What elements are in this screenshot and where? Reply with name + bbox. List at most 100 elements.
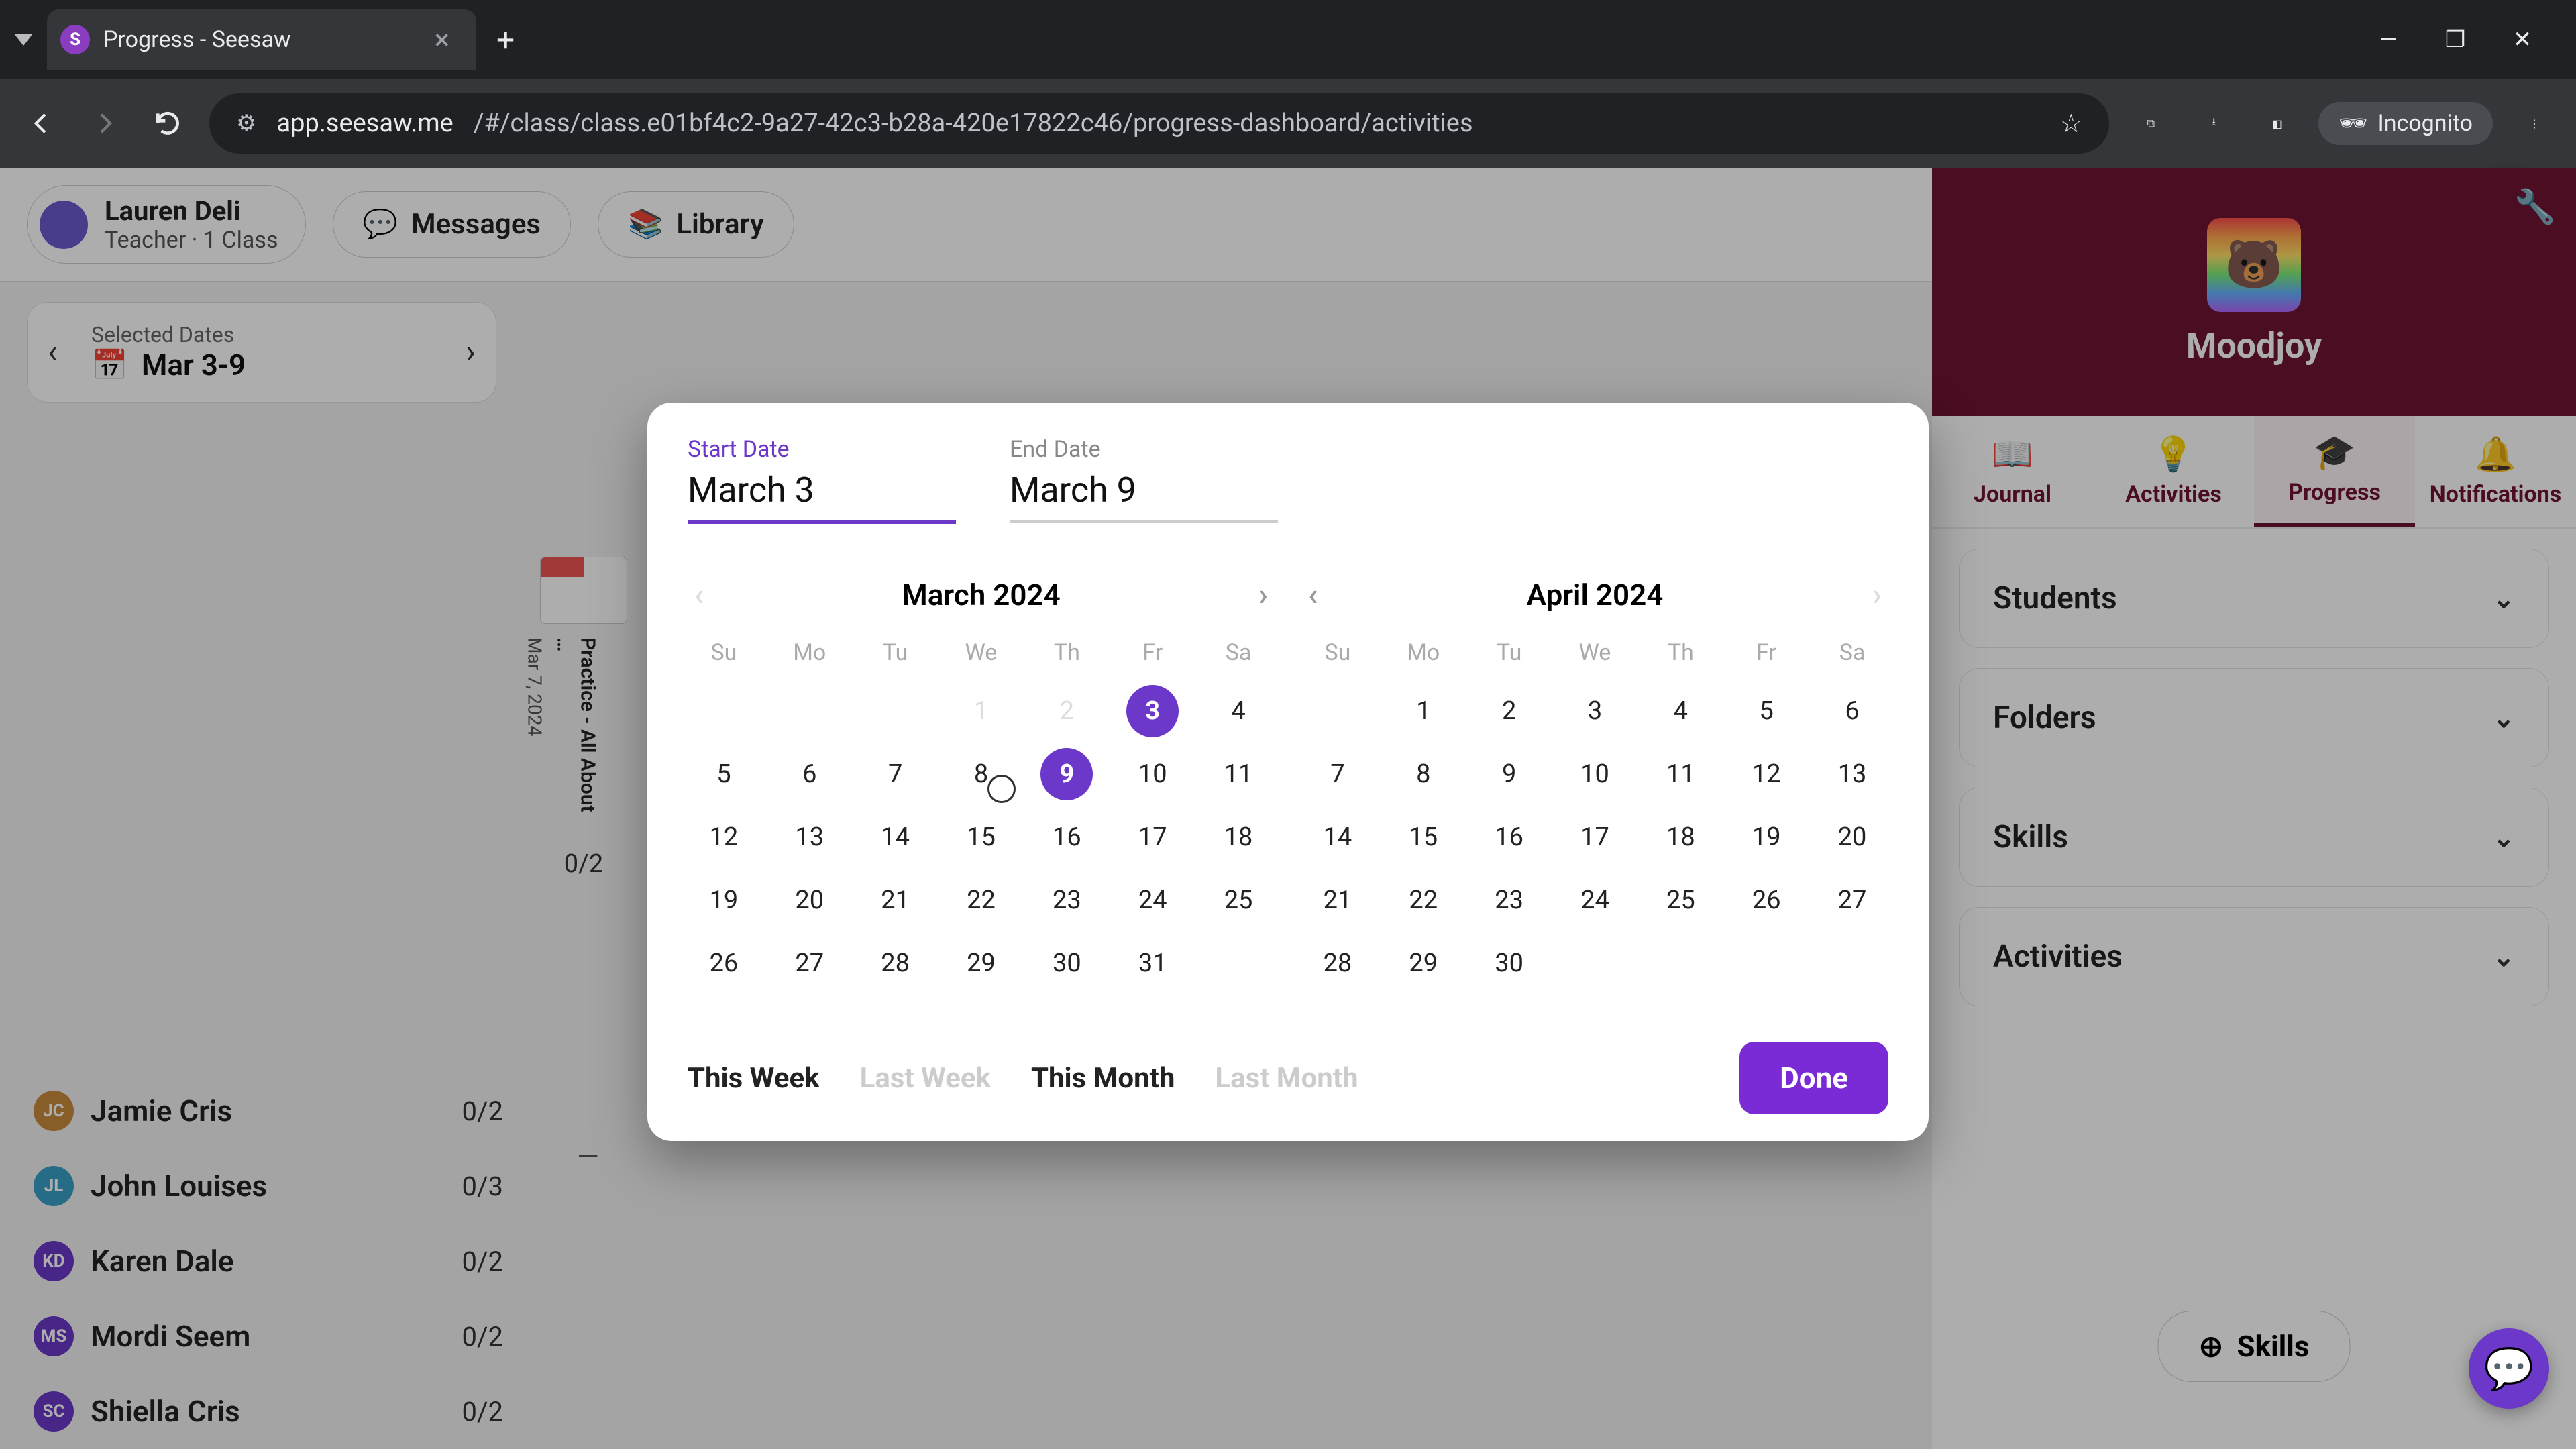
day-cell[interactable]: 17 xyxy=(1552,806,1638,869)
day-cell[interactable]: 14 xyxy=(853,806,938,869)
day-cell[interactable]: 5 xyxy=(681,743,767,806)
day-cell[interactable]: 5 xyxy=(1723,680,1809,743)
day-cell[interactable]: 24 xyxy=(1110,869,1195,932)
reload-button[interactable] xyxy=(146,102,189,145)
close-window-button[interactable]: ✕ xyxy=(2509,26,2536,53)
day-cell[interactable]: 1 xyxy=(1381,680,1466,743)
day-cell[interactable]: 9 xyxy=(1466,743,1552,806)
day-cell[interactable]: 18 xyxy=(1195,806,1281,869)
day-cell[interactable]: 16 xyxy=(1024,806,1110,869)
day-cell[interactable]: 11 xyxy=(1195,743,1281,806)
done-button[interactable]: Done xyxy=(1739,1042,1888,1114)
day-cell[interactable]: 19 xyxy=(681,869,767,932)
address-bar[interactable]: ⚙ app.seesaw.me/#/class/class.e01bf4c2-9… xyxy=(209,93,2109,154)
maximize-button[interactable]: ❐ xyxy=(2442,26,2469,53)
day-cell[interactable]: 8 xyxy=(1381,743,1466,806)
preset-this-week[interactable]: This Week xyxy=(688,1062,820,1095)
chat-fab[interactable]: 💬 xyxy=(2469,1328,2549,1409)
day-blank xyxy=(767,680,853,743)
day-cell[interactable]: 28 xyxy=(1295,932,1381,995)
day-cell[interactable]: 14 xyxy=(1295,806,1381,869)
preset-last-month: Last Month xyxy=(1215,1062,1358,1095)
day-cell[interactable]: 10 xyxy=(1552,743,1638,806)
forward-button[interactable] xyxy=(83,102,126,145)
day-cell[interactable]: 26 xyxy=(1723,869,1809,932)
end-date-field[interactable]: End Date March 9 xyxy=(1010,436,1278,524)
day-cell[interactable]: 29 xyxy=(938,932,1024,995)
day-blank xyxy=(1295,680,1381,743)
day-cell[interactable]: 17 xyxy=(1110,806,1195,869)
day-cell[interactable]: 25 xyxy=(1638,869,1723,932)
day-cell[interactable]: 13 xyxy=(1809,743,1895,806)
day-cell[interactable]: 7 xyxy=(853,743,938,806)
weekday-label: We xyxy=(938,626,1024,680)
day-grid: 1234567891011121314151617181920212223242… xyxy=(1295,680,1895,995)
cursor-icon xyxy=(987,775,1016,803)
day-cell[interactable]: 19 xyxy=(1723,806,1809,869)
day-blank xyxy=(853,680,938,743)
next-month-button[interactable]: › xyxy=(1258,577,1268,613)
day-cell[interactable]: 4 xyxy=(1195,680,1281,743)
day-cell[interactable]: 8 xyxy=(938,743,1024,806)
day-cell[interactable]: 6 xyxy=(1809,680,1895,743)
start-date-field[interactable]: Start Date March 3 xyxy=(688,436,956,524)
day-cell[interactable]: 25 xyxy=(1195,869,1281,932)
day-cell[interactable]: 2 xyxy=(1466,680,1552,743)
next-month-button: › xyxy=(1872,577,1882,613)
day-cell[interactable]: 20 xyxy=(1809,806,1895,869)
day-cell[interactable]: 15 xyxy=(938,806,1024,869)
day-cell[interactable]: 20 xyxy=(767,869,853,932)
day-cell[interactable]: 15 xyxy=(1381,806,1466,869)
month-header: ‹April 2024› xyxy=(1295,564,1895,626)
day-cell[interactable]: 12 xyxy=(681,806,767,869)
weekday-label: Su xyxy=(681,626,767,680)
day-cell[interactable]: 21 xyxy=(1295,869,1381,932)
back-button[interactable] xyxy=(20,102,63,145)
bookmark-icon[interactable]: ☆ xyxy=(2059,109,2082,139)
site-info-icon[interactable]: ⚙ xyxy=(236,110,256,137)
day-cell[interactable]: 27 xyxy=(767,932,853,995)
tab-close-button[interactable]: × xyxy=(435,23,449,56)
start-date-label: Start Date xyxy=(688,436,956,463)
incognito-chip[interactable]: 🕶 Incognito xyxy=(2318,102,2493,145)
day-cell[interactable]: 22 xyxy=(1381,869,1466,932)
day-cell[interactable]: 11 xyxy=(1638,743,1723,806)
overflow-menu-button[interactable]: ⋮ xyxy=(2513,102,2556,145)
day-cell[interactable]: 10 xyxy=(1110,743,1195,806)
minimize-button[interactable]: — xyxy=(2375,26,2402,53)
extensions-icon[interactable]: ⧉ xyxy=(2129,102,2172,145)
prev-month-button[interactable]: ‹ xyxy=(1308,577,1318,613)
day-cell[interactable]: 18 xyxy=(1638,806,1723,869)
browser-tab-active[interactable]: S Progress - Seesaw × xyxy=(47,9,476,70)
day-cell[interactable]: 23 xyxy=(1024,869,1110,932)
tab-search-icon[interactable] xyxy=(13,13,34,66)
new-tab-button[interactable]: + xyxy=(496,21,515,59)
day-cell[interactable]: 7 xyxy=(1295,743,1381,806)
day-cell[interactable]: 29 xyxy=(1381,932,1466,995)
day-cell[interactable]: 13 xyxy=(767,806,853,869)
day-cell[interactable]: 3 xyxy=(1110,680,1195,743)
day-cell[interactable]: 12 xyxy=(1723,743,1809,806)
chat-icon: 💬 xyxy=(2484,1345,2534,1393)
day-cell[interactable]: 4 xyxy=(1638,680,1723,743)
day-cell[interactable]: 21 xyxy=(853,869,938,932)
day-cell[interactable]: 24 xyxy=(1552,869,1638,932)
day-cell[interactable]: 22 xyxy=(938,869,1024,932)
day-cell[interactable]: 30 xyxy=(1024,932,1110,995)
preset-this-month[interactable]: This Month xyxy=(1031,1062,1175,1095)
weekday-row: SuMoTuWeThFrSa xyxy=(1295,626,1895,680)
day-cell[interactable]: 6 xyxy=(767,743,853,806)
day-cell[interactable]: 26 xyxy=(681,932,767,995)
day-cell[interactable]: 27 xyxy=(1809,869,1895,932)
day-cell[interactable]: 9 xyxy=(1024,743,1110,806)
day-cell[interactable]: 31 xyxy=(1110,932,1195,995)
weekday-label: Fr xyxy=(1110,626,1195,680)
url-path: /#/class/class.e01bf4c2-9a27-42c3-b28a-4… xyxy=(474,109,1473,138)
day-cell[interactable]: 28 xyxy=(853,932,938,995)
day-cell[interactable]: 3 xyxy=(1552,680,1638,743)
downloads-icon[interactable]: ⭳ xyxy=(2192,102,2235,145)
sidepanel-icon[interactable]: ◧ xyxy=(2255,102,2298,145)
day-cell[interactable]: 16 xyxy=(1466,806,1552,869)
day-cell[interactable]: 30 xyxy=(1466,932,1552,995)
day-cell[interactable]: 23 xyxy=(1466,869,1552,932)
